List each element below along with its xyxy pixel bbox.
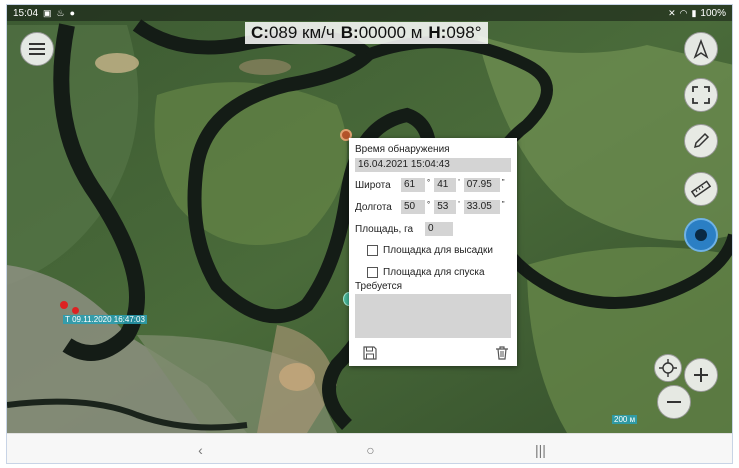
latitude-minutes-field[interactable]: 41 bbox=[434, 178, 457, 192]
plus-icon bbox=[694, 368, 708, 382]
mute-icon: ✕ bbox=[668, 7, 676, 18]
degree-symbol: ° bbox=[427, 200, 431, 209]
latitude-label: Широта bbox=[355, 179, 391, 191]
latitude-degrees-field[interactable]: 61 bbox=[401, 178, 425, 192]
track-point-label: Т 09.11.2020 16:47:03 bbox=[63, 315, 147, 324]
minus-icon bbox=[667, 401, 681, 403]
menu-button[interactable] bbox=[20, 32, 54, 66]
speed-label: С: bbox=[251, 23, 269, 42]
required-label: Требуется bbox=[355, 281, 403, 292]
required-textarea[interactable] bbox=[355, 294, 511, 338]
trash-icon bbox=[496, 346, 508, 360]
area-label: Площадь, га bbox=[355, 223, 414, 235]
floppy-disk-icon bbox=[363, 346, 377, 360]
second-symbol: " bbox=[501, 178, 505, 187]
home-button[interactable]: ○ bbox=[361, 442, 381, 458]
fire-icon: ♨ bbox=[56, 7, 65, 18]
descent-site-label: Площадка для спуска bbox=[383, 267, 485, 278]
record-track-button[interactable] bbox=[684, 218, 718, 252]
signal-icon: ▮ bbox=[691, 7, 697, 18]
pencil-icon bbox=[693, 132, 710, 149]
crosshair-icon bbox=[659, 359, 677, 377]
status-bar: 15:04 ▣ ♨ ● ✕ ◠ ▮ 100% bbox=[7, 5, 732, 21]
red-point-marker[interactable] bbox=[72, 307, 79, 314]
landing-site-label: Площадка для высадки bbox=[383, 245, 493, 256]
longitude-seconds-field[interactable]: 33.05 bbox=[463, 200, 500, 214]
record-icon bbox=[695, 229, 707, 241]
degree-symbol: ° bbox=[427, 178, 431, 187]
battery-level: 100% bbox=[700, 7, 726, 19]
navigation-arrow-icon bbox=[693, 39, 709, 59]
longitude-degrees-field[interactable]: 50 bbox=[401, 200, 425, 214]
minute-symbol: ' bbox=[458, 200, 460, 209]
wifi-icon: ◠ bbox=[679, 7, 688, 18]
recents-button[interactable]: ||| bbox=[531, 442, 551, 458]
red-point-marker[interactable] bbox=[60, 301, 68, 309]
telemetry-readout: С: 089 км/ч В: 00000 м Н: 098° bbox=[245, 22, 488, 44]
back-button[interactable]: ‹ bbox=[191, 442, 211, 458]
ruler-icon bbox=[691, 180, 711, 198]
edit-button[interactable] bbox=[684, 124, 718, 158]
second-symbol: " bbox=[501, 200, 505, 209]
zoom-out-button[interactable] bbox=[657, 385, 691, 419]
height-value: 00000 м bbox=[358, 23, 423, 42]
descent-site-checkbox[interactable] bbox=[367, 267, 378, 278]
navigate-button[interactable] bbox=[684, 32, 718, 66]
detect-time-label: Время обнаружения bbox=[355, 144, 450, 155]
detect-time-field[interactable]: 16.04.2021 15:04:43 bbox=[355, 158, 511, 172]
longitude-label: Долгота bbox=[355, 201, 392, 213]
longitude-minutes-field[interactable]: 53 bbox=[434, 200, 457, 214]
delete-button[interactable] bbox=[495, 346, 509, 360]
speed-value: 089 км/ч bbox=[268, 23, 335, 42]
system-navigation-bar: ‹ ○ ||| bbox=[7, 433, 732, 463]
app-window: 15:04 ▣ ♨ ● ✕ ◠ ▮ 100% С: 089 км/ч В: 00… bbox=[6, 4, 733, 464]
save-button[interactable] bbox=[363, 346, 377, 360]
fullscreen-icon bbox=[692, 86, 710, 104]
minute-symbol: ' bbox=[458, 178, 460, 187]
scale-label: 200 м bbox=[612, 415, 638, 424]
menu-icon bbox=[29, 43, 45, 55]
notification-icon: ● bbox=[69, 8, 76, 18]
heading-label: Н: bbox=[428, 23, 447, 42]
fullscreen-button[interactable] bbox=[684, 78, 718, 112]
heading-value: 098° bbox=[446, 23, 482, 42]
area-field[interactable]: 0 bbox=[425, 222, 453, 236]
clock: 15:04 bbox=[13, 7, 39, 19]
ruler-button[interactable] bbox=[684, 172, 718, 206]
height-label: В: bbox=[340, 23, 359, 42]
locate-button[interactable] bbox=[654, 354, 682, 382]
gallery-icon: ▣ bbox=[43, 7, 52, 18]
latitude-seconds-field[interactable]: 07.95 bbox=[463, 178, 500, 192]
landing-site-checkbox[interactable] bbox=[367, 245, 378, 256]
zoom-in-button[interactable] bbox=[684, 358, 718, 392]
detection-dialog: Время обнаружения 16.04.2021 15:04:43 Ши… bbox=[349, 138, 517, 366]
